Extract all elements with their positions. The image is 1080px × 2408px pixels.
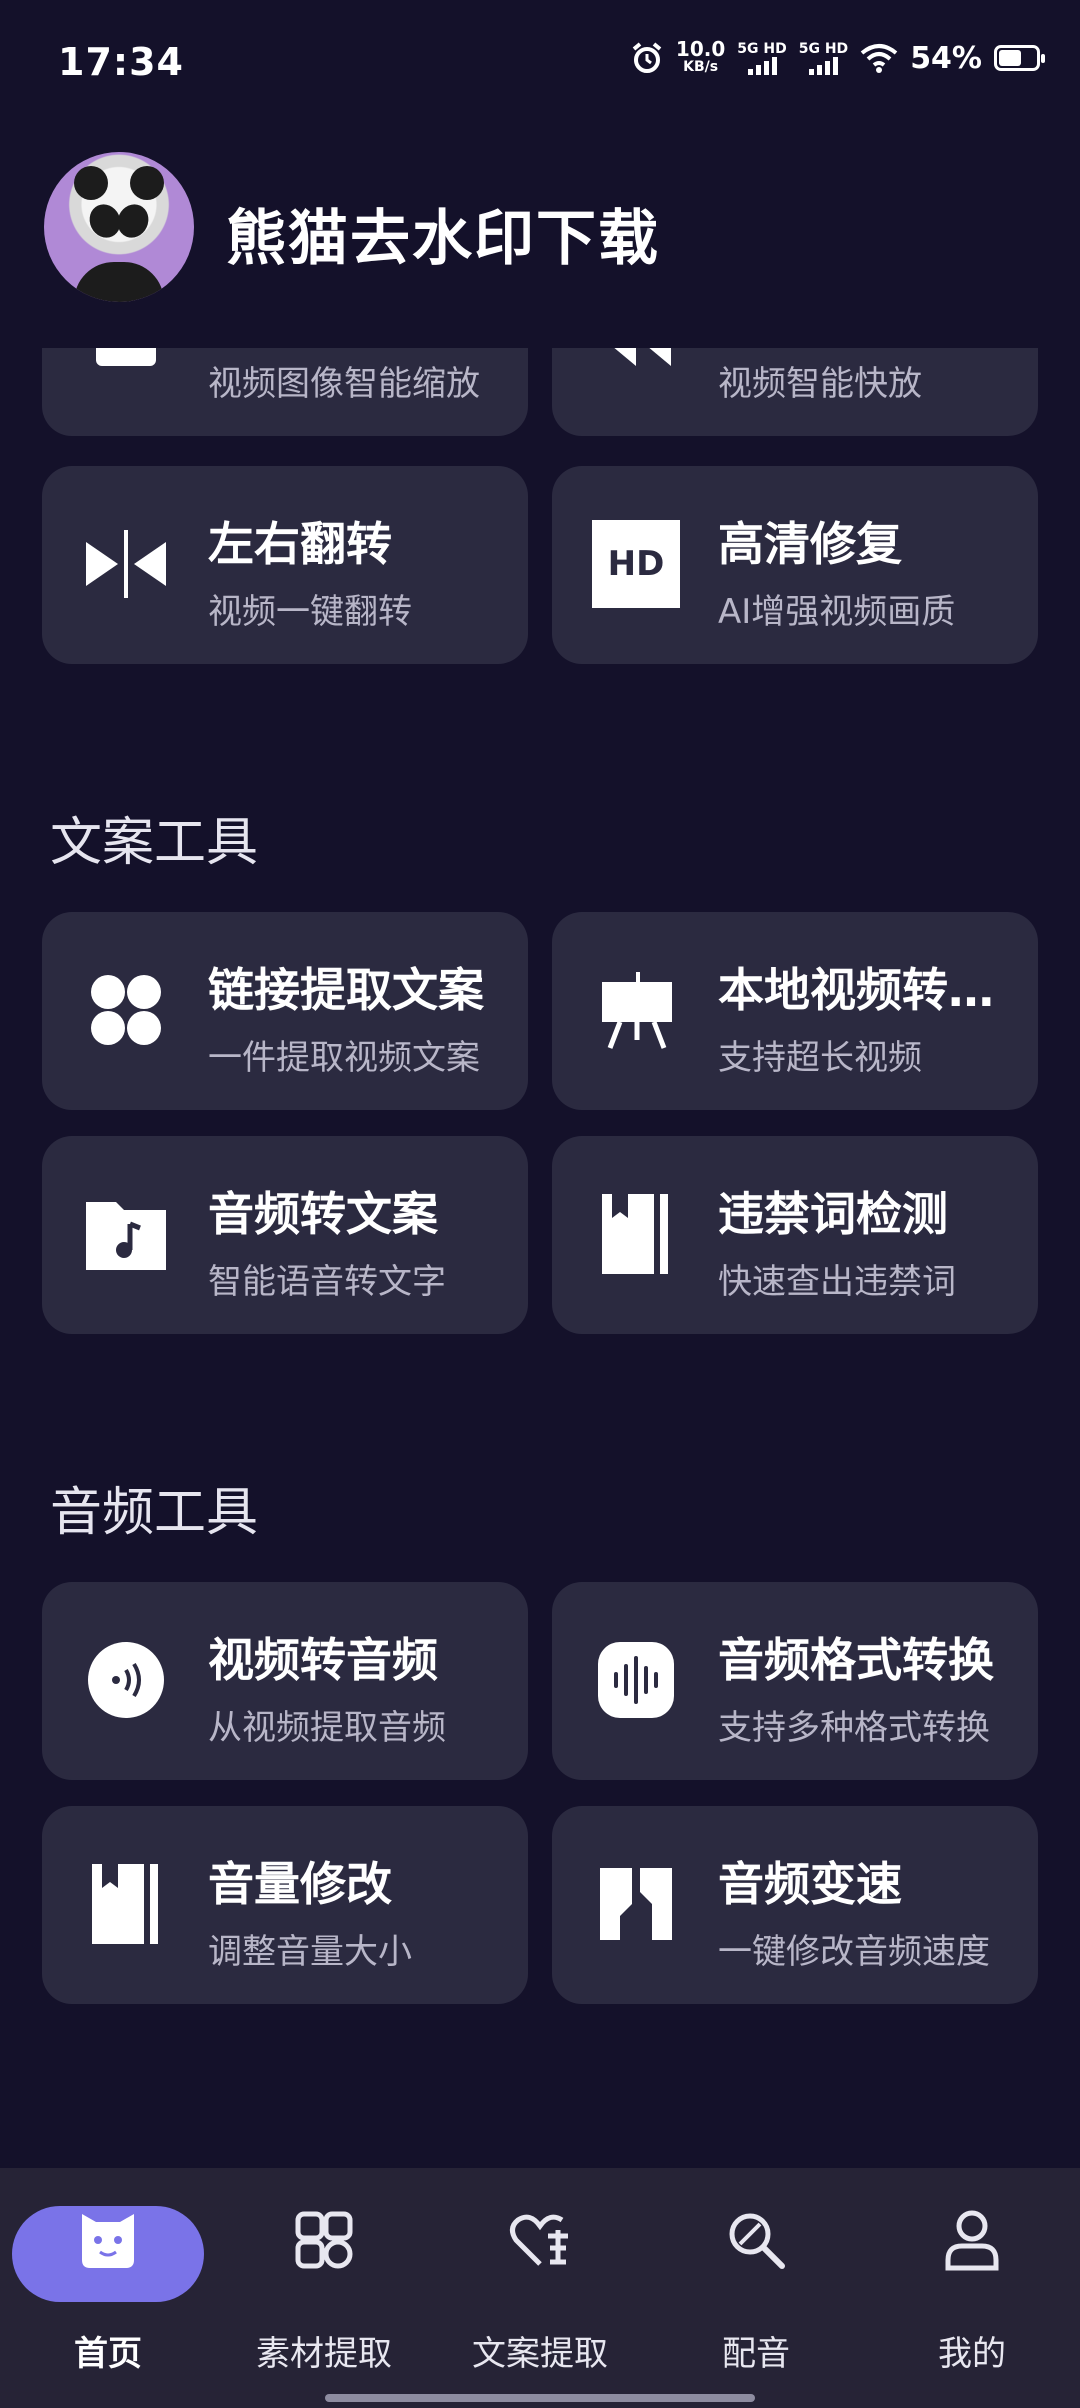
status-time: 17:34 bbox=[58, 40, 184, 84]
battery-icon bbox=[994, 45, 1045, 71]
status-icons: 10.0 KB/s 5G HD 5G HD 54% bbox=[630, 37, 1045, 76]
book-icon bbox=[592, 1190, 680, 1278]
tool-card-audio-speed[interactable]: 音频变速 一键修改音频速度 bbox=[552, 1806, 1038, 2004]
tool-card-audio-to-text[interactable]: 音频转文案 智能语音转文字 bbox=[42, 1136, 528, 1334]
easel-icon bbox=[592, 966, 680, 1054]
home-indicator[interactable] bbox=[325, 2394, 755, 2402]
hd-icon: HD bbox=[592, 520, 680, 608]
network-speed: 10.0 KB/s bbox=[675, 37, 726, 75]
user-icon bbox=[940, 2208, 1004, 2272]
section-title-audio: 音频工具 bbox=[50, 1483, 259, 1543]
nav-copy-extract[interactable]: 文案提取 bbox=[432, 2168, 648, 2408]
sim1-signal: 5G HD bbox=[737, 41, 787, 75]
audio-circle-icon bbox=[82, 1636, 170, 1724]
music-folder-icon bbox=[82, 1190, 170, 1278]
tool-card-local-video[interactable]: 本地视频转… 支持超长视频 bbox=[552, 912, 1038, 1110]
home-bear-icon bbox=[76, 2208, 140, 2272]
tool-card-hd-repair[interactable]: HD 高清修复 AI增强视频画质 bbox=[552, 466, 1038, 664]
wifi-icon bbox=[860, 44, 898, 73]
material-icon bbox=[292, 2208, 356, 2272]
tool-card-audio-format[interactable]: 音频格式转换 支持多种格式转换 bbox=[552, 1582, 1038, 1780]
status-bar: 17:34 10.0 KB/s 5G HD 5G HD 54% bbox=[0, 0, 1080, 130]
app-title: 熊猫去水印下载 bbox=[226, 204, 660, 274]
section-title-copy: 文案工具 bbox=[50, 813, 259, 873]
magnifier-icon bbox=[724, 2208, 788, 2272]
panda-avatar[interactable] bbox=[44, 152, 194, 302]
sim2-signal: 5G HD bbox=[799, 41, 848, 75]
bottom-nav: 首页 素材提取 文案提取 配音 我的 bbox=[0, 2168, 1080, 2408]
tool-card-link-extract[interactable]: 链接提取文案 一件提取视频文案 bbox=[42, 912, 528, 1110]
nav-profile[interactable]: 我的 bbox=[864, 2168, 1080, 2408]
split-speed-icon bbox=[592, 1860, 680, 1948]
battery-percent: 54% bbox=[910, 40, 982, 76]
waveform-icon bbox=[592, 1636, 680, 1724]
nav-dubbing[interactable]: 配音 bbox=[648, 2168, 864, 2408]
fast-forward-icon bbox=[592, 348, 680, 380]
tool-card-flip[interactable]: 左右翻转 视频一键翻转 bbox=[42, 466, 528, 664]
tool-card-ai-scale[interactable]: 视频图像智能缩放 bbox=[42, 348, 528, 436]
book-icon bbox=[82, 1860, 170, 1948]
tool-card-volume[interactable]: 音量修改 调整音量大小 bbox=[42, 1806, 528, 2004]
ai-scale-icon bbox=[82, 348, 170, 380]
heart-text-icon bbox=[508, 2208, 572, 2272]
app-header: 熊猫去水印下载 bbox=[0, 150, 1080, 302]
nav-material-extract[interactable]: 素材提取 bbox=[216, 2168, 432, 2408]
flip-horizontal-icon bbox=[82, 520, 170, 608]
alarm-icon bbox=[632, 42, 662, 73]
tool-card-fast-forward[interactable]: 视频智能快放 bbox=[552, 348, 1038, 436]
clover-icon bbox=[82, 966, 170, 1054]
tools-scroll-area[interactable]: 视频图像智能缩放 视频智能快放 左右翻转 视频一键翻转 HD 高清修复 AI增强… bbox=[0, 348, 1080, 2168]
tool-card-video-to-audio[interactable]: 视频转音频 从视频提取音频 bbox=[42, 1582, 528, 1780]
tool-card-banned-words[interactable]: 违禁词检测 快速查出违禁词 bbox=[552, 1136, 1038, 1334]
nav-home[interactable]: 首页 bbox=[0, 2168, 216, 2408]
